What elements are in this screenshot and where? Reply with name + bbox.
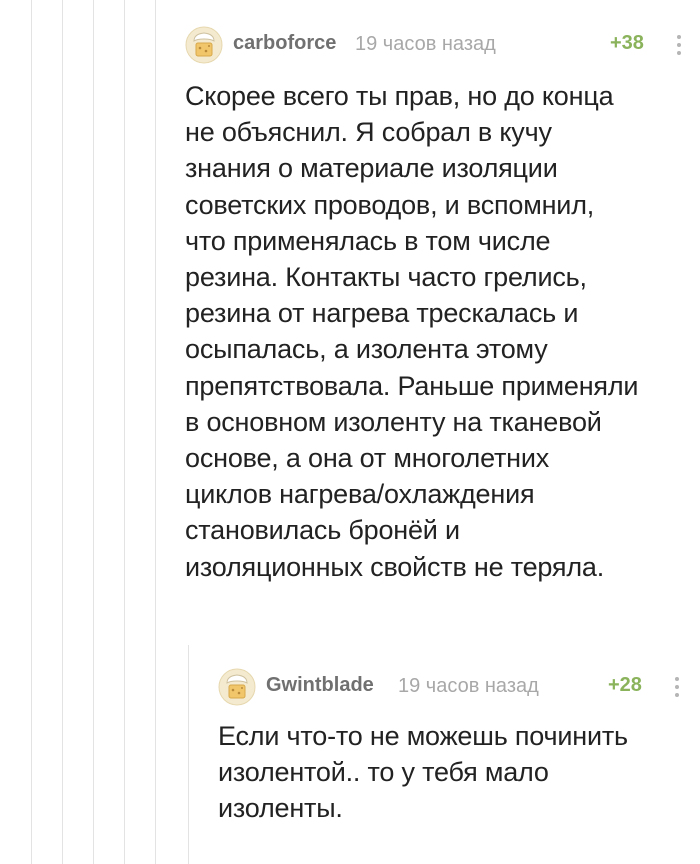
thread-line-5	[155, 0, 156, 864]
default-avatar-icon[interactable]	[185, 26, 223, 64]
author-name[interactable]: carboforce	[233, 32, 336, 55]
comment-timestamp: 19 часов назад	[355, 33, 496, 55]
comment-timestamp: 19 часов назад	[398, 675, 539, 697]
comment-line: основе, а она от многолетних	[185, 443, 550, 474]
comment-header: Gwintblade 19 часов назад +28	[218, 666, 690, 706]
more-vertical-icon[interactable]	[672, 32, 686, 58]
more-vertical-icon[interactable]	[670, 674, 684, 700]
thread-line-4	[124, 0, 125, 864]
comment-text: Если что-то не можешь починить изолентой…	[218, 718, 688, 827]
comment-line: изолентой.. то у тебя мало	[218, 757, 549, 788]
comment-line: советских проводов, и вспомнил,	[185, 189, 595, 220]
thread-line-3	[93, 0, 94, 864]
comment-line: становилась бронёй и	[185, 515, 460, 546]
comment-line: изоляционных свойств не теряла.	[185, 551, 605, 582]
comment-line: осыпалась, а изолента этому	[185, 334, 548, 365]
comment-line: Скорее всего ты прав, но до конца	[185, 81, 614, 111]
default-avatar-icon[interactable]	[218, 668, 256, 706]
comment-text: Скорее всего ты прав, но до конца не объ…	[185, 78, 675, 585]
comment-rating: +28	[608, 674, 642, 696]
comment-line: Если что-то не можешь починить	[218, 721, 628, 751]
comment-line: резина от нагрева трескалась и	[185, 298, 579, 329]
thread-line-6	[188, 645, 189, 864]
reply-comment: Gwintblade 19 часов назад +28 Если что-т…	[218, 666, 690, 827]
comment-rating: +38	[610, 32, 644, 54]
comment-line: резина. Контакты часто грелись,	[185, 262, 587, 293]
comment-line: препятствовала. Раньше применяли	[185, 370, 639, 401]
comment-line: изоленты.	[218, 793, 343, 824]
comment-header: carboforce 19 часов назад +38	[185, 24, 690, 64]
comment-line: знания о материале изоляции	[185, 153, 558, 184]
thread-line-2	[62, 0, 63, 864]
comment-line: в основном изоленту на тканевой	[185, 406, 602, 437]
comment-line: не объяснил. Я собрал в кучу	[185, 117, 552, 148]
comment-line: циклов нагрева/охлаждения	[185, 479, 535, 510]
author-name[interactable]: Gwintblade	[266, 674, 374, 697]
thread-line-1	[31, 0, 32, 864]
comment: carboforce 19 часов назад +38 Скорее все…	[185, 24, 690, 585]
comment-line: что применялась в том числе	[185, 225, 551, 256]
